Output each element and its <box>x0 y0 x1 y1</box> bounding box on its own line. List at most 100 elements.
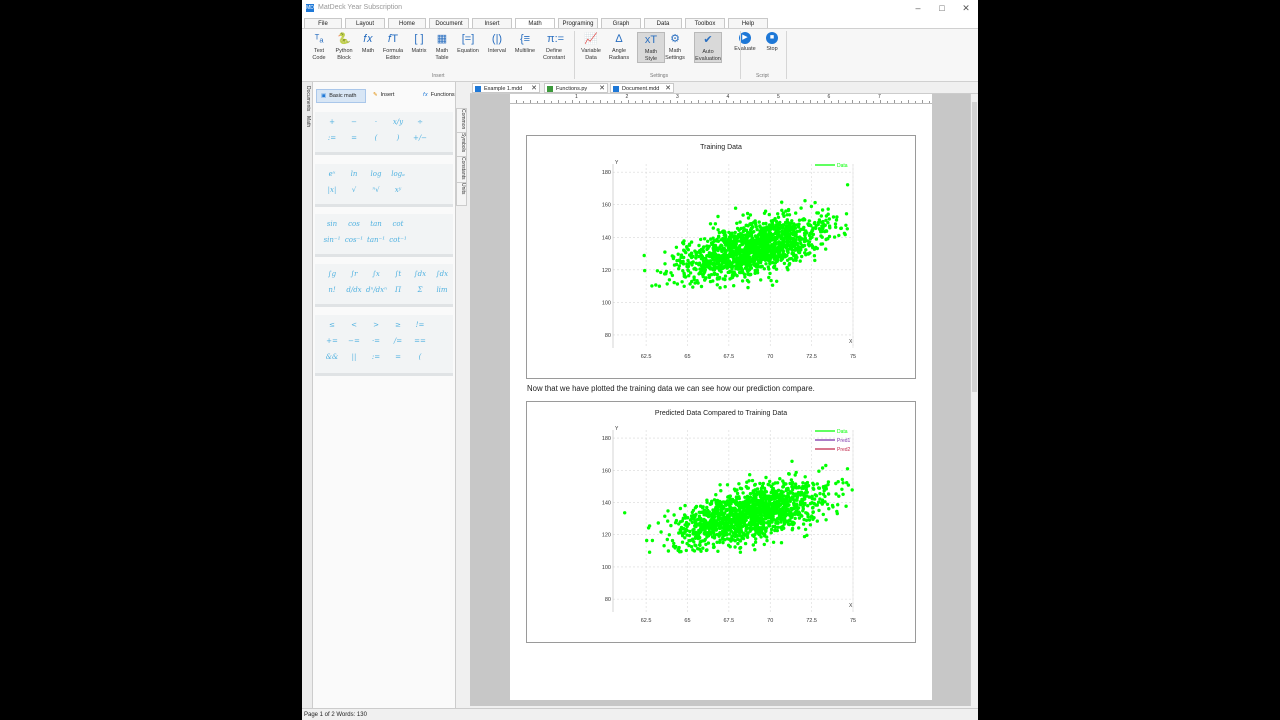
symbol-button[interactable]: ∫g <box>322 270 342 278</box>
symbol-button[interactable]: tan <box>366 220 386 228</box>
math-button[interactable]: 𝑓𝑥 Math <box>355 32 381 55</box>
panel-tab-basic-math[interactable]: ▣ Basic math <box>316 89 366 103</box>
formula-editor-button[interactable]: 𝑓T Formula Editor <box>380 32 406 61</box>
menu-toolbox[interactable]: Toolbox <box>685 18 725 28</box>
angle-radians-button[interactable]: ∆ Angle Radians <box>606 32 632 61</box>
symbol-button[interactable]: ln <box>344 170 364 178</box>
menu-programing[interactable]: Programing <box>558 18 598 28</box>
close-tab-icon[interactable]: ✕ <box>531 84 537 94</box>
symbol-button[interactable]: = <box>388 353 408 361</box>
symbol-button[interactable]: dⁿ/dxⁿ <box>366 286 387 294</box>
symbol-button[interactable]: − <box>344 118 364 126</box>
vertical-scrollbar[interactable] <box>970 94 978 706</box>
panel-tab-functions[interactable]: 𝑓𝑥 Functions <box>419 89 463 101</box>
menu-data[interactable]: Data <box>644 18 682 28</box>
symbol-button[interactable]: ( <box>366 134 386 142</box>
symbol-button[interactable]: ∫x <box>366 270 386 278</box>
close-tab-icon[interactable]: ✕ <box>599 84 605 94</box>
evaluate-button[interactable]: ▶ Evaluate <box>732 32 758 53</box>
symbol-button[interactable]: cot <box>388 220 408 228</box>
training-data-chart[interactable]: Training Data 62.5 65 67.5 70 72.5 75 80 100 120 1… <box>526 135 916 379</box>
symbol-button[interactable]: d/dx <box>344 286 364 294</box>
close-tab-icon[interactable]: ✕ <box>665 84 671 94</box>
close-icon[interactable]: ✕ <box>960 3 972 14</box>
symbol-button[interactable]: ≤ <box>322 321 342 329</box>
auto-evaluation-button[interactable]: ✔ Auto Evaluation <box>694 32 722 63</box>
math-style-button[interactable]: xT Math Style <box>637 32 665 63</box>
symbol-button[interactable]: xʸ <box>388 186 408 194</box>
text-code-button[interactable]: ᵀₐ Text Code <box>306 32 332 61</box>
symbol-button[interactable]: n! <box>322 286 342 294</box>
symbol-button[interactable]: Σ <box>410 286 430 294</box>
symbol-button[interactable]: Π <box>388 286 408 294</box>
symbol-button[interactable]: /= <box>388 337 408 345</box>
symbol-button[interactable]: != <box>410 321 430 329</box>
symbol-button[interactable]: ≥ <box>388 321 408 329</box>
symbol-button[interactable]: || <box>344 353 364 361</box>
symbol-button[interactable]: && <box>322 353 342 361</box>
symbol-button[interactable]: lim <box>432 286 452 294</box>
symbol-button[interactable]: cos <box>344 220 364 228</box>
stop-button[interactable]: ■ Stop <box>759 32 785 53</box>
symbol-button[interactable]: sin⁻¹ <box>322 236 342 244</box>
menu-document[interactable]: Document <box>429 18 469 28</box>
prediction-chart[interactable]: Predicted Data Compared to Training Data… <box>526 401 916 643</box>
symbol-button[interactable]: log <box>366 170 386 178</box>
math-table-button[interactable]: ▦ Math Table <box>429 32 455 61</box>
category-tab-units[interactable]: Units <box>456 182 467 206</box>
side-tab-documents[interactable]: Documents <box>303 86 311 111</box>
symbol-button[interactable]: +/− <box>410 134 430 142</box>
menu-layout[interactable]: Layout <box>345 18 385 28</box>
symbol-button[interactable]: ∫r <box>344 270 364 278</box>
symbol-button[interactable]: ⁿ√ <box>366 186 386 194</box>
category-tab-symbols[interactable]: Symbols <box>456 132 467 158</box>
symbol-button[interactable]: eˣ <box>322 170 342 178</box>
maximize-icon[interactable]: □ <box>936 3 948 14</box>
multiline-button[interactable]: {≡ Multiline <box>512 32 538 55</box>
variable-data-button[interactable]: 📈 Variable Data <box>578 32 604 61</box>
python-block-button[interactable]: 🐍 Python Block <box>331 32 357 61</box>
symbol-button[interactable]: + <box>322 118 342 126</box>
symbol-button[interactable]: ) <box>388 134 408 142</box>
minimize-icon[interactable]: – <box>912 3 924 14</box>
symbol-button[interactable]: := <box>366 353 386 361</box>
menu-graph[interactable]: Graph <box>601 18 641 28</box>
symbol-button[interactable]: < <box>344 321 364 329</box>
document-page[interactable]: Training Data 62.5 65 67.5 70 72.5 75 80 100 120 1… <box>510 104 932 700</box>
doc-tab-example-1-mdd[interactable]: Example 1.mdd ✕ <box>472 83 540 93</box>
symbol-button[interactable]: |x| <box>322 186 342 194</box>
symbol-button[interactable]: · <box>366 118 386 126</box>
menu-math[interactable]: Math <box>515 18 555 28</box>
symbol-button[interactable]: ∫dx <box>410 270 430 278</box>
symbol-button[interactable]: ∫dx <box>432 270 452 278</box>
symbol-button[interactable]: cos⁻¹ <box>344 236 364 244</box>
symbol-button[interactable]: cot⁻¹ <box>388 236 408 244</box>
symbol-button[interactable]: ( <box>410 353 430 361</box>
symbol-button[interactable]: ·= <box>366 337 386 345</box>
define-constant-button[interactable]: π:= Define Constant <box>541 32 567 61</box>
panel-tab-insert[interactable]: ✎ Insert <box>369 89 411 101</box>
symbol-button[interactable]: ∫t <box>388 270 408 278</box>
symbol-button[interactable]: = <box>344 134 364 142</box>
symbol-button[interactable]: √ <box>344 186 364 194</box>
menu-help[interactable]: Help <box>728 18 768 28</box>
symbol-button[interactable]: ÷ <box>410 118 430 126</box>
body-paragraph[interactable]: Now that we have plotted the training da… <box>527 384 815 393</box>
doc-tab-document-mdd[interactable]: Document.mdd ✕ <box>610 83 674 93</box>
menu-insert[interactable]: Insert <box>472 18 512 28</box>
menu-home[interactable]: Home <box>388 18 426 28</box>
interval-button[interactable]: (|) Interval <box>484 32 510 55</box>
side-tab-math[interactable]: Math <box>303 116 311 127</box>
symbol-button[interactable]: == <box>410 337 430 345</box>
symbol-button[interactable]: tan⁻¹ <box>366 236 386 244</box>
symbol-button[interactable]: logₐ <box>388 170 408 178</box>
math-settings-button[interactable]: ⚙ Math Settings <box>662 32 688 61</box>
symbol-button[interactable]: > <box>366 321 386 329</box>
symbol-button[interactable]: += <box>322 337 342 345</box>
symbol-button[interactable]: −= <box>344 337 364 345</box>
doc-tab-functions-py[interactable]: Functions.py ✕ <box>544 83 608 93</box>
symbol-button[interactable]: := <box>322 134 342 142</box>
equation-button[interactable]: [=] Equation <box>455 32 481 55</box>
menu-file[interactable]: File <box>304 18 342 28</box>
symbol-button[interactable]: sin <box>322 220 342 228</box>
